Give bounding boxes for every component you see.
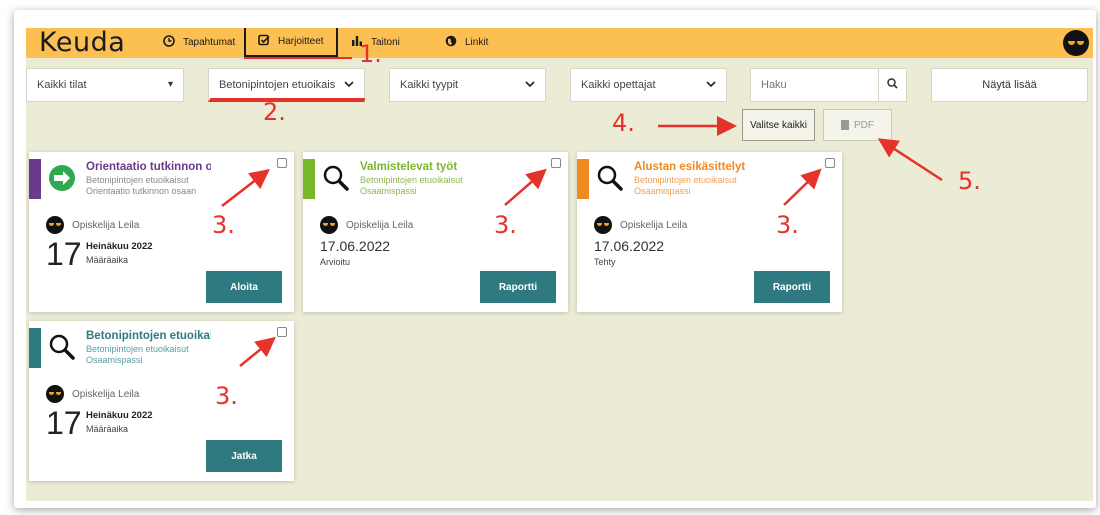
card-status: Arvioitu <box>320 257 351 267</box>
due-month: Heinäkuu 2022 <box>86 410 153 421</box>
card-subject: Betonipintojen etuoikaisut <box>360 175 463 185</box>
exercise-card: Alustan esikäsittelyt Betonipintojen etu… <box>577 152 842 312</box>
status-filter-value: Kaikki tilat <box>37 79 87 91</box>
card-student: Opiskelija Leila <box>320 216 413 234</box>
show-more-button[interactable]: Näytä lisää <box>931 68 1088 102</box>
arrow-right-icon <box>48 164 76 192</box>
due-label: Määräaika <box>86 424 129 434</box>
card-color-stripe <box>29 159 41 199</box>
nav-label: Linkit <box>465 37 489 48</box>
chevron-down-icon <box>525 79 535 92</box>
student-name: Opiskelija Leila <box>72 219 140 231</box>
due-day: 17 <box>46 405 82 441</box>
card-category: Osaamispassi <box>634 186 691 196</box>
student-name: Opiskelija Leila <box>346 219 414 231</box>
card-color-stripe <box>303 159 315 199</box>
card-student: Opiskelija Leila <box>46 216 139 234</box>
annotation-number-3: 3. <box>212 211 235 239</box>
nav-label: Harjoitteet <box>278 35 324 47</box>
card-date: 17.06.2022 <box>594 238 665 254</box>
clock-icon <box>163 28 175 58</box>
select-all-button[interactable]: Valitse kaikki <box>742 109 815 141</box>
teacher-filter-value: Kaikki opettajat <box>581 79 656 91</box>
annotation-number-3: 3. <box>215 382 238 410</box>
student-name: Opiskelija Leila <box>72 388 140 400</box>
nav-tapahtumat[interactable]: Tapahtumat <box>163 28 235 58</box>
type-filter-select[interactable]: Kaikki tyypit <box>389 68 546 102</box>
annotation-number-4: 4. <box>612 109 635 137</box>
card-select-checkbox[interactable] <box>551 158 561 168</box>
magnifier-icon <box>596 164 624 192</box>
checkbox-icon <box>258 28 270 57</box>
student-avatar <box>46 385 64 403</box>
search-box <box>750 68 907 102</box>
card-color-stripe <box>577 159 589 199</box>
student-avatar <box>320 216 338 234</box>
pdf-label: PDF <box>854 119 874 131</box>
magnifier-icon <box>322 164 350 192</box>
card-status: Tehty <box>594 257 616 267</box>
logo: Keuda <box>39 28 126 58</box>
search-icon <box>887 76 898 94</box>
start-button[interactable]: Aloita <box>206 271 282 303</box>
file-icon <box>841 120 849 130</box>
nav-label: Tapahtumat <box>183 37 236 48</box>
card-subject: Betonipintojen etuoikaisut <box>86 344 189 354</box>
card-title[interactable]: Betonipintojen etuoikai: <box>86 330 211 342</box>
nav-harjoitteet[interactable]: Harjoitteet <box>244 28 338 58</box>
pdf-button[interactable]: PDF <box>823 109 892 141</box>
card-date: 17.06.2022 <box>320 238 391 254</box>
card-color-stripe <box>29 328 41 368</box>
subject-filter-select[interactable]: Betonipintojen etuoikais <box>208 68 365 102</box>
teacher-filter-select[interactable]: Kaikki opettajat <box>570 68 727 102</box>
user-avatar[interactable] <box>1063 30 1089 56</box>
status-filter-select[interactable]: Kaikki tilat ▾ <box>26 68 184 102</box>
nav-linkit[interactable]: Linkit <box>445 28 488 58</box>
exercise-card: Betonipintojen etuoikai: Betonipintojen … <box>29 321 294 481</box>
type-filter-value: Kaikki tyypit <box>400 79 459 91</box>
exercise-card: Orientaatio tutkinnon o Betonipintojen e… <box>29 152 294 312</box>
card-category: Orientaatio tutkinnon osaan <box>86 186 197 196</box>
report-button[interactable]: Raportti <box>754 271 830 303</box>
student-avatar <box>594 216 612 234</box>
annotation-number-5: 5. <box>958 167 981 195</box>
chevron-down-icon <box>706 79 716 92</box>
app-viewport: Keuda Tapahtumat Harjoitteet Taitoni Lin… <box>26 28 1093 501</box>
continue-button[interactable]: Jatka <box>206 440 282 472</box>
annotation-number-3: 3. <box>494 211 517 239</box>
card-subject: Betonipintojen etuoikaisut <box>634 175 737 185</box>
due-day: 17 <box>46 236 82 272</box>
caret-down-icon: ▾ <box>167 79 173 90</box>
card-student: Opiskelija Leila <box>594 216 687 234</box>
report-button[interactable]: Raportti <box>480 271 556 303</box>
annotation-number-3: 3. <box>776 211 799 239</box>
due-month: Heinäkuu 2022 <box>86 241 153 252</box>
exercise-card: Valmistelevat työt Betonipintojen etuoik… <box>303 152 568 312</box>
magnifier-icon <box>48 333 76 361</box>
card-student: Opiskelija Leila <box>46 385 139 403</box>
annotation-number-1: 1. <box>359 40 382 68</box>
card-select-checkbox[interactable] <box>825 158 835 168</box>
top-header: Keuda Tapahtumat Harjoitteet Taitoni Lin… <box>26 28 1093 58</box>
card-title[interactable]: Valmistelevat työt <box>360 161 485 173</box>
student-avatar <box>46 216 64 234</box>
subject-filter-value: Betonipintojen etuoikais <box>219 78 336 91</box>
card-select-checkbox[interactable] <box>277 327 287 337</box>
card-category: Osaamispassi <box>360 186 417 196</box>
chevron-down-icon <box>344 79 354 92</box>
search-input[interactable] <box>751 69 878 101</box>
card-category: Osaamispassi <box>86 355 143 365</box>
card-title[interactable]: Alustan esikäsittelyt <box>634 161 759 173</box>
student-name: Opiskelija Leila <box>620 219 688 231</box>
globe-icon <box>445 28 457 58</box>
card-select-checkbox[interactable] <box>277 158 287 168</box>
annotation-number-2: 2. <box>263 98 286 126</box>
card-subject: Betonipintojen etuoikaisut <box>86 175 189 185</box>
search-button[interactable] <box>878 69 906 101</box>
card-title[interactable]: Orientaatio tutkinnon o <box>86 161 211 173</box>
due-label: Määräaika <box>86 255 129 265</box>
